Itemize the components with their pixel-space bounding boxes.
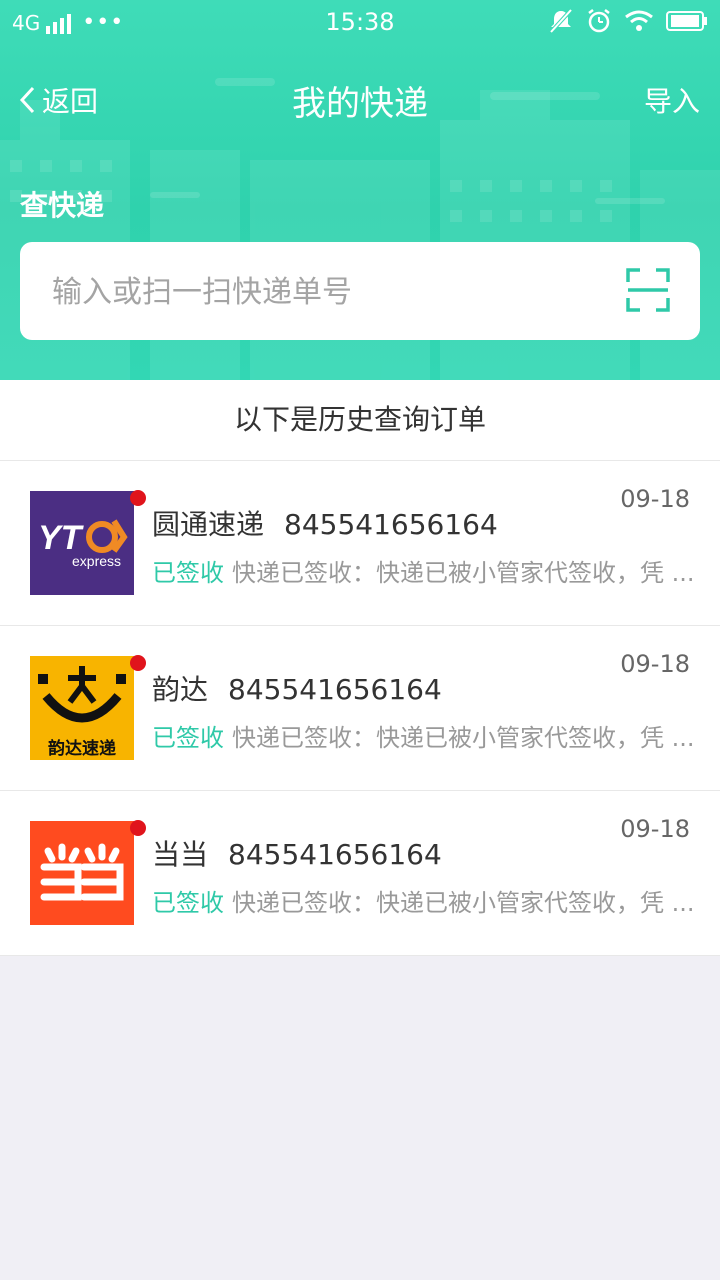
status-detail: 快递已签收：快递已被小管家代签收，凭 ... [232,559,692,587]
status-badge: 已签收 [152,559,224,587]
order-title: 韵达 845541656164 [152,668,442,708]
unread-dot [130,655,146,671]
order-title: 圆通速递 845541656164 [152,503,498,543]
company-name: 圆通速递 [152,508,265,541]
battery-icon [666,11,707,31]
query-label: 查快递 [20,189,105,222]
nav-bar: 返回 我的快递 导入 [0,70,720,126]
order-date: 09-18 [620,650,690,678]
status-bar: 4G ••• 15:38 [0,0,720,48]
import-button[interactable]: 导入 [644,80,700,120]
tracking-number: 845541656164 [284,508,498,541]
yto-logo-graphic: YT [38,519,128,557]
svg-text:YT: YT [38,519,85,557]
alarm-icon [588,9,610,33]
mute-icon [549,8,573,34]
order-date: 09-18 [620,485,690,513]
status-badge: 已签收 [152,889,224,917]
yunda-logo-text: 韵达速递 [48,739,116,759]
dangdang-logo [30,821,134,925]
unread-dot [130,490,146,506]
header: 4G ••• 15:38 返回 我的快递 导入 查快递 输入或扫一扫快递单号 [0,0,720,380]
order-title: 当当 845541656164 [152,833,442,873]
search-box [20,242,700,340]
page-title: 我的快递 [292,84,428,124]
company-name: 当当 [152,838,209,871]
wifi-icon [625,10,653,31]
status-detail: 快递已签收：快递已被小管家代签收，凭 ... [232,724,692,752]
order-status: 已签收 快递已签收：快递已被小管家代签收，凭 ... [152,718,692,753]
status-right [548,8,708,34]
order-date: 09-18 [620,815,690,843]
unread-dot [130,820,146,836]
history-title: 以下是历史查询订单 [0,380,720,461]
tracking-number: 845541656164 [228,838,442,871]
yto-express-logo: YT express [30,491,134,595]
yto-logo-text: express [72,553,122,569]
tracking-number: 845541656164 [228,673,442,706]
list-item[interactable]: 当当 845541656164 09-18 已签收 快递已签收：快递已被小管家代签收… [0,791,720,956]
yunda-logo: 韵达速递 [30,656,134,760]
status-detail: 快递已签收：快递已被小管家代签收，凭 ... [232,889,692,917]
order-status: 已签收 快递已签收：快递已被小管家代签收，凭 ... [152,883,692,918]
dangdang-logo-graphic [40,843,124,901]
tracking-number-input[interactable] [50,266,594,318]
company-name: 韵达 [152,673,209,706]
order-list: YT express 圆通速递 845541656164 09-18 已签收 快递已… [0,461,720,956]
status-badge: 已签收 [152,724,224,752]
order-status: 已签收 快递已签收：快递已被小管家代签收，凭 ... [152,553,692,588]
list-item[interactable]: YT express 圆通速递 845541656164 09-18 已签收 快递已… [0,461,720,626]
list-item[interactable]: 韵达速递 韵达 845541656164 09-18 已签收 快递已签收：快递已被小… [0,626,720,791]
scan-icon[interactable] [626,268,670,312]
